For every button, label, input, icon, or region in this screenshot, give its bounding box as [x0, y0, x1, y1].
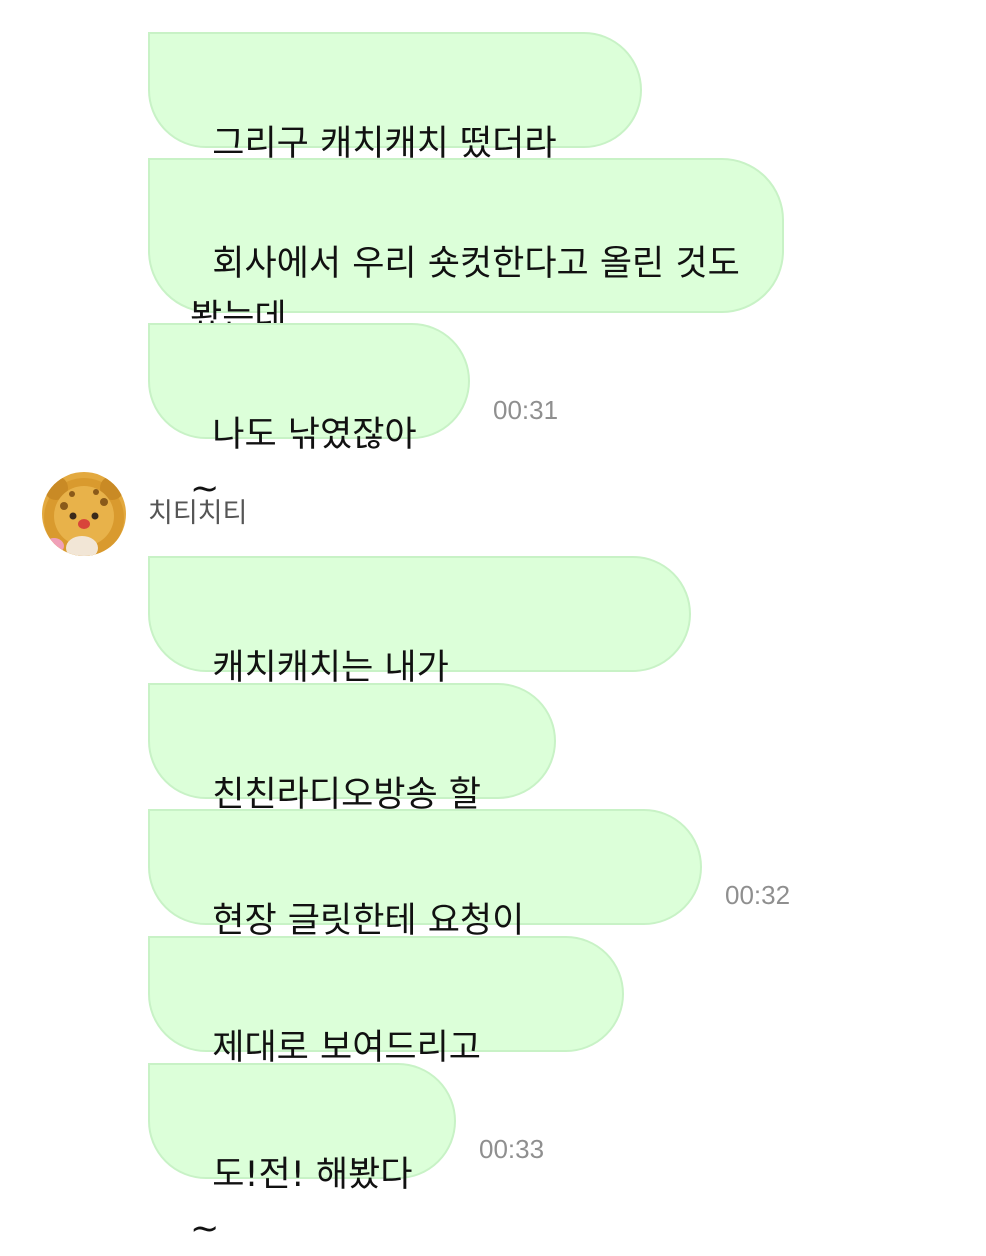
sender-name: 치티치티 [148, 498, 248, 529]
message-bubble[interactable]: 회사에서 우리 숏컷한다고 올린 것도 봤는데 [148, 158, 784, 338]
message-bubble[interactable]: 도!전! 해봤다~ [148, 1063, 456, 1249]
timestamp: 00:33 [479, 1134, 545, 1164]
message-text: 나도 낚였잖아~ [190, 415, 417, 509]
message-bubble[interactable]: 제대로 보여드리고 싶어서 [148, 936, 624, 1122]
message-bubble[interactable]: 그리구 캐치캐치 떴더라~~ [148, 32, 642, 218]
message-bubble[interactable]: 캐치캐치는 내가 요청드렸어... [148, 556, 691, 742]
bear-plush-icon [42, 472, 126, 556]
message-bubble[interactable]: 친친라디오방송 할 때 [148, 683, 556, 869]
timestamp: 00:31 [493, 395, 559, 425]
message-bubble[interactable]: 나도 낚였잖아~ [148, 323, 470, 509]
message-bubble[interactable]: 현장 글릿한테 요청이 있었는데 [148, 809, 702, 995]
timestamp: 00:32 [725, 880, 791, 910]
message-text: 도!전! 해봤다~ [190, 1155, 413, 1249]
sender-avatar[interactable] [42, 472, 126, 556]
